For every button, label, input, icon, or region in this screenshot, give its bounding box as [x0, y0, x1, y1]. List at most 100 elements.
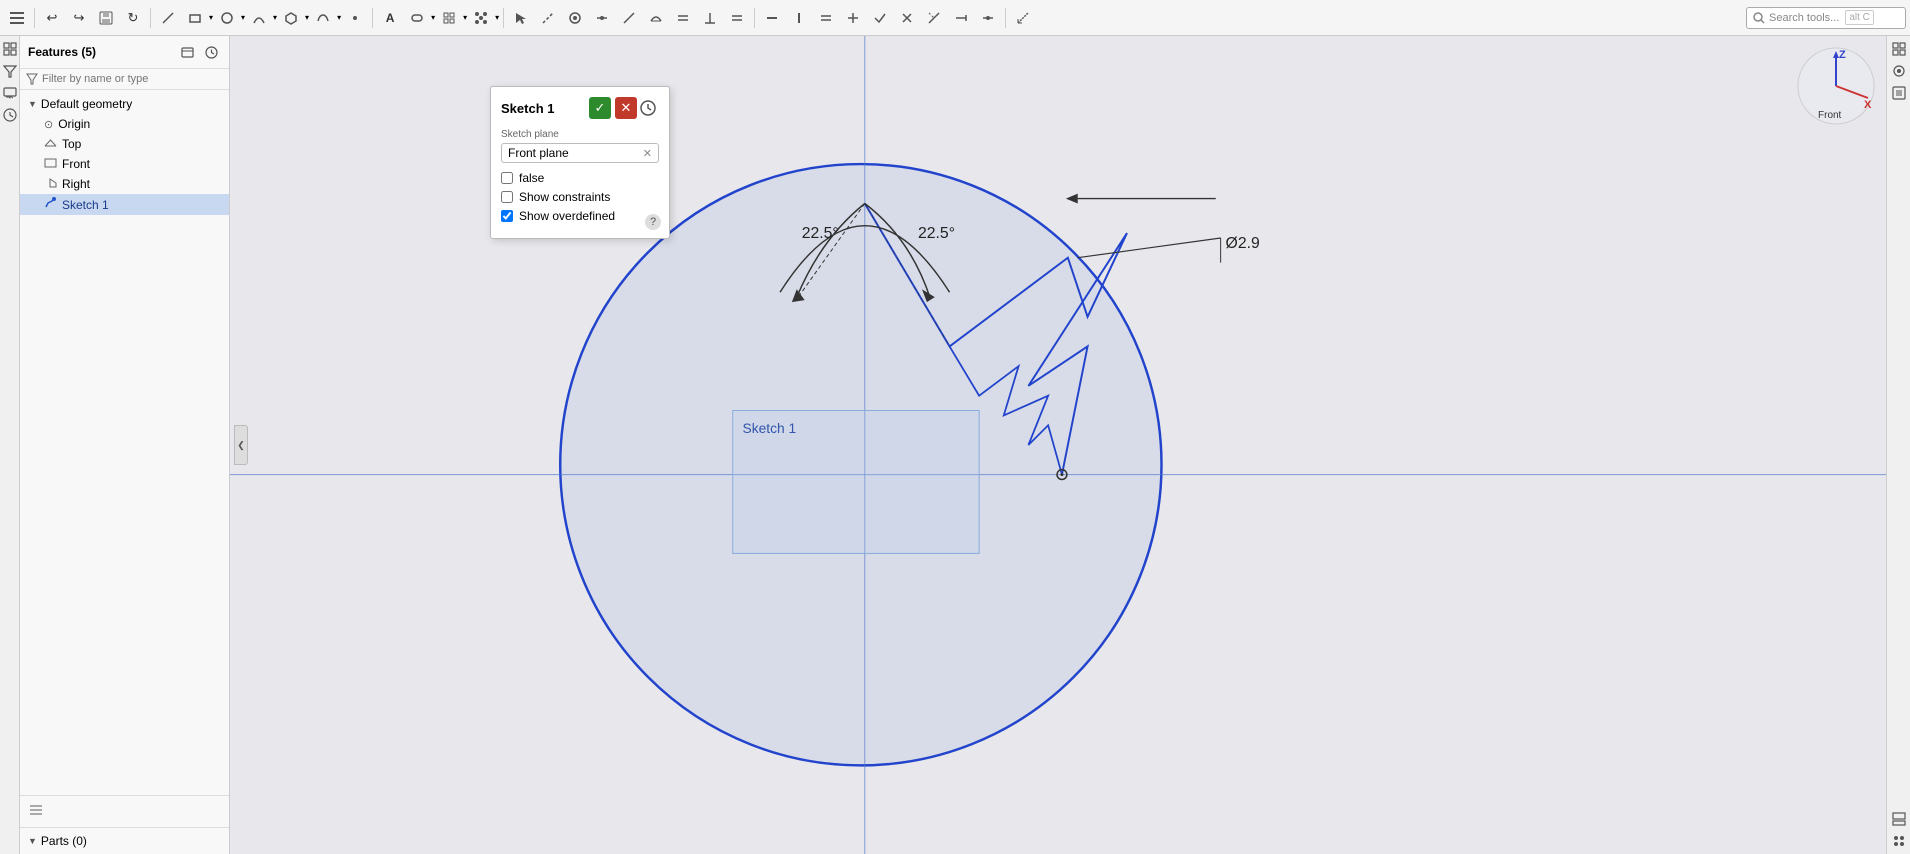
pattern-dropdown-arrow[interactable]: ▾: [495, 13, 499, 22]
grid-dropdown-arrow[interactable]: ▾: [463, 13, 467, 22]
toolbar-separator-2: [150, 8, 151, 28]
right-icon-1[interactable]: [1890, 40, 1908, 58]
rectangle-dropdown[interactable]: ▾: [182, 5, 213, 31]
tree-item-origin[interactable]: ⊙ Origin: [20, 114, 229, 134]
polygon-dropdown-arrow[interactable]: ▾: [305, 13, 309, 22]
tree-item-front[interactable]: Front: [20, 154, 229, 174]
grid-dropdown[interactable]: ▾: [436, 5, 467, 31]
left-icon-filter[interactable]: [1, 62, 19, 80]
slot-dropdown[interactable]: ▾: [404, 5, 435, 31]
parallel-tool[interactable]: [670, 5, 696, 31]
left-icon-messages[interactable]: [1, 84, 19, 102]
select-tool[interactable]: [508, 5, 534, 31]
slot-dropdown-arrow[interactable]: ▾: [431, 13, 435, 22]
arc-dropdown[interactable]: ▾: [246, 5, 277, 31]
3d-view-widget[interactable]: Z X Front: [1796, 46, 1876, 126]
arc-dropdown-arrow[interactable]: ▾: [273, 13, 277, 22]
right-icon-bottom-2[interactable]: [1890, 832, 1908, 850]
polygon-tool[interactable]: [278, 5, 304, 31]
tree-item-origin-label: Origin: [58, 117, 90, 131]
sketch-plane-select[interactable]: Front plane ✕: [501, 143, 659, 163]
circle-tool[interactable]: [214, 5, 240, 31]
text-tool[interactable]: A: [377, 5, 403, 31]
sidebar-collapse-handle[interactable]: ❮: [234, 425, 248, 465]
right-icon-2[interactable]: [1890, 62, 1908, 80]
disable-imprinting-checkbox[interactable]: [501, 172, 513, 184]
sketch-cancel-button[interactable]: ✕: [615, 97, 637, 119]
arc-tool[interactable]: [246, 5, 272, 31]
feature-tree: ▼ Default geometry ⊙ Origin Top Fron: [20, 90, 229, 795]
tree-group-default-geometry[interactable]: ▼ Default geometry: [20, 94, 229, 114]
midpoint-tool[interactable]: [589, 5, 615, 31]
cross-tool[interactable]: [840, 5, 866, 31]
spline-tool[interactable]: [310, 5, 336, 31]
point-tool[interactable]: [342, 5, 368, 31]
tree-item-right[interactable]: Right: [20, 174, 229, 194]
svg-text:22.5°: 22.5°: [918, 225, 955, 242]
measure-tool[interactable]: [1010, 5, 1036, 31]
tree-item-top[interactable]: Top: [20, 134, 229, 154]
line-tool[interactable]: [155, 5, 181, 31]
sketch-icon: [44, 197, 57, 212]
right-icon-3[interactable]: [1890, 84, 1908, 102]
close-tool[interactable]: [894, 5, 920, 31]
disable-imprinting-label[interactable]: false: [519, 171, 544, 185]
save-button[interactable]: [93, 5, 119, 31]
show-constraints-checkbox[interactable]: [501, 191, 513, 203]
main-area: Features (5) ▼ Default geometry: [0, 36, 1910, 854]
toolbar-separator-1: [34, 8, 35, 28]
left-icon-bar: [0, 36, 20, 854]
undo-button[interactable]: ↩: [39, 5, 65, 31]
trim-tool[interactable]: [921, 5, 947, 31]
app-menu-button[interactable]: [4, 5, 30, 31]
perpendicular-tool[interactable]: [697, 5, 723, 31]
fix-tool[interactable]: [616, 5, 642, 31]
spline-dropdown[interactable]: ▾: [310, 5, 341, 31]
sketch-plane-clear[interactable]: ✕: [643, 147, 652, 160]
sidebar-header: Features (5): [20, 36, 229, 69]
right-icon-bottom-1[interactable]: [1890, 810, 1908, 828]
sketch-clock-button[interactable]: [637, 97, 659, 119]
left-icon-clock[interactable]: [1, 106, 19, 124]
rectangle-tool[interactable]: [182, 5, 208, 31]
sketch-plane-label: Sketch plane: [501, 129, 659, 140]
svg-text:Front: Front: [1818, 110, 1842, 121]
sketch-help-button[interactable]: ?: [645, 214, 661, 230]
equal-tool[interactable]: [724, 5, 750, 31]
pattern-dropdown[interactable]: ▾: [468, 5, 499, 31]
horizontal-line-tool[interactable]: [759, 5, 785, 31]
coincident-tool[interactable]: [562, 5, 588, 31]
polygon-dropdown[interactable]: ▾: [278, 5, 309, 31]
redo-button[interactable]: ↪: [66, 5, 92, 31]
pattern-tool[interactable]: [468, 5, 494, 31]
slot-tool[interactable]: [404, 5, 430, 31]
equals-line-tool[interactable]: [813, 5, 839, 31]
filter-input[interactable]: [42, 73, 223, 85]
divide-tool[interactable]: [975, 5, 1001, 31]
toolbar-undo-redo: ↩ ↪ ↻: [39, 5, 146, 31]
rectangle-dropdown-arrow[interactable]: ▾: [209, 13, 213, 22]
extend-tool[interactable]: [948, 5, 974, 31]
parts-header[interactable]: ▼ Parts (0): [28, 831, 221, 851]
toolbar-separator-4: [503, 8, 504, 28]
grid-tool[interactable]: [436, 5, 462, 31]
check-tool[interactable]: [867, 5, 893, 31]
refresh-button[interactable]: ↻: [120, 5, 146, 31]
dimension-tool[interactable]: [535, 5, 561, 31]
tree-item-sketch1-label: Sketch 1: [62, 198, 109, 212]
circle-dropdown-arrow[interactable]: ▾: [241, 13, 245, 22]
tree-group-arrow: ▼: [28, 99, 37, 109]
tree-item-sketch1[interactable]: Sketch 1: [20, 194, 229, 215]
vertical-line-tool[interactable]: [786, 5, 812, 31]
circle-dropdown[interactable]: ▾: [214, 5, 245, 31]
sketch-confirm-button[interactable]: ✓: [589, 97, 611, 119]
sidebar-icon-button-1[interactable]: [177, 42, 197, 62]
sidebar-clock-button[interactable]: [201, 42, 221, 62]
spline-dropdown-arrow[interactable]: ▾: [337, 13, 341, 22]
tangent-tool[interactable]: [643, 5, 669, 31]
left-icon-features[interactable]: [1, 40, 19, 58]
show-overdefined-checkbox[interactable]: [501, 210, 513, 222]
show-constraints-row: Show constraints: [501, 190, 659, 204]
canvas-area[interactable]: 22.5° 22.5° Ø2.9 Sketch 1: [230, 36, 1886, 854]
search-tools-input[interactable]: Search tools... alt C: [1746, 7, 1906, 29]
